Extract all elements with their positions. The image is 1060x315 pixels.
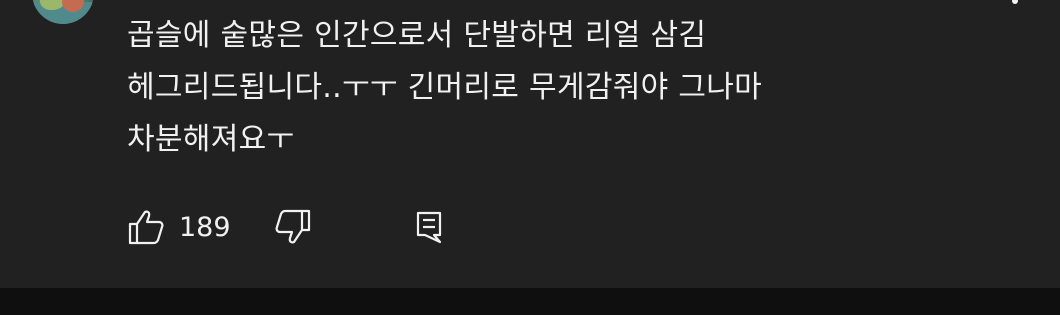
like-count: 189 xyxy=(179,211,231,243)
like-button[interactable] xyxy=(127,207,171,247)
comment-text-line: 차분해져요ㅜ xyxy=(127,122,295,157)
comment-text: 곱슬에 숱많은 인간으로서 단발하면 리얼 삼김 헤그리드됩니다..ㅜㅜ 긴머리… xyxy=(127,10,947,166)
comment-text-line: 헤그리드됩니다..ㅜㅜ 긴머리로 무게감줘야 그나마 xyxy=(127,70,763,105)
avatar[interactable] xyxy=(32,0,94,24)
comment-card: 곱슬에 숱많은 인간으로서 단발하면 리얼 삼김 헤그리드됩니다..ㅜㅜ 긴머리… xyxy=(0,0,1060,288)
bottom-bar xyxy=(0,288,1060,315)
dislike-button[interactable] xyxy=(271,207,315,247)
thumbs-down-icon xyxy=(275,209,310,244)
reply-icon xyxy=(416,211,441,244)
reply-button[interactable] xyxy=(407,207,451,247)
more-dot xyxy=(1012,0,1018,4)
comment-text-line: 곱슬에 숱많은 인간으로서 단발하면 리얼 삼김 xyxy=(127,18,707,53)
more-vertical-icon[interactable] xyxy=(1010,0,1020,10)
thumbs-up-icon xyxy=(128,210,164,245)
comment-actions: 189 xyxy=(127,207,451,247)
